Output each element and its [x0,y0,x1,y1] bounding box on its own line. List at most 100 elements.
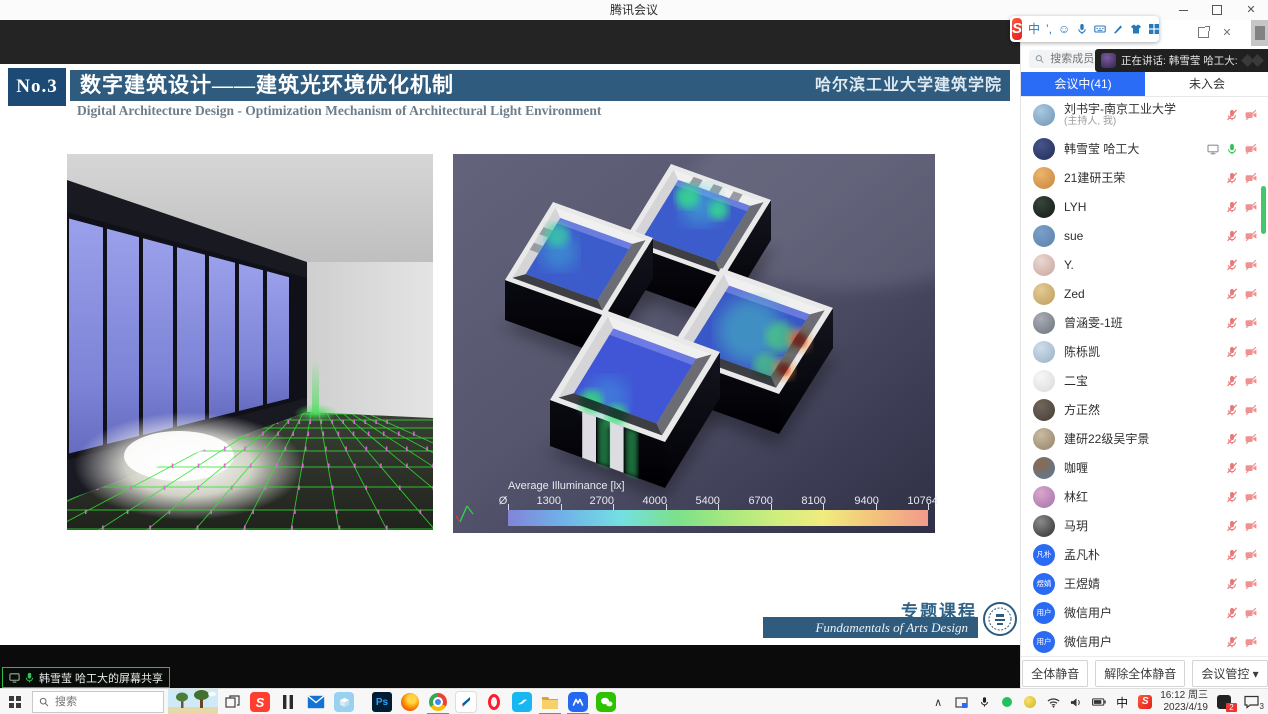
tray-battery-icon[interactable] [1091,694,1107,710]
unmute-all-button[interactable]: 解除全体静音 [1095,660,1185,687]
member-row[interactable]: 韩雪莹 哈工大 [1021,134,1268,163]
member-list[interactable]: 刘书宇-南京工业大学(主持人, 我)韩雪莹 哈工大21建研王荣LYHsueY.Z… [1021,96,1268,656]
start-button[interactable] [0,689,30,714]
tab-not-joined[interactable]: 未入会 [1145,72,1268,96]
camera-off-icon[interactable] [1245,520,1257,532]
camera-off-icon[interactable] [1245,172,1257,184]
member-row[interactable]: 曾涵雯-1班 [1021,308,1268,337]
action-center-icon[interactable]: 3 [1240,694,1262,710]
camera-off-icon[interactable] [1245,346,1257,358]
close-button[interactable]: ✕ [1234,0,1268,20]
mic-muted-icon[interactable] [1226,346,1238,358]
camera-off-icon[interactable] [1245,549,1257,561]
ime-emoji-icon[interactable]: ☺ [1058,16,1070,42]
minimize-button[interactable] [1166,0,1200,20]
app-pause-icon[interactable] [274,689,302,714]
mic-muted-icon[interactable] [1226,404,1238,416]
app-wechat[interactable] [592,689,620,714]
camera-off-icon[interactable] [1245,230,1257,242]
mic-muted-icon[interactable] [1226,259,1238,271]
news-weather-widget[interactable] [168,689,218,714]
ime-keyboard-icon[interactable] [1094,23,1106,35]
tray-wifi-icon[interactable] [1045,694,1061,710]
member-row[interactable]: Zed [1021,279,1268,308]
mic-muted-icon[interactable] [1226,375,1238,387]
ime-handwriting-icon[interactable] [1112,23,1124,35]
ime-mic-icon[interactable] [1076,23,1088,35]
tray-clock[interactable]: 16:12 周三 2023/4/19 [1160,690,1208,714]
screen-share-icon[interactable] [1207,143,1219,155]
member-row[interactable]: LYH [1021,192,1268,221]
tray-recording-icon[interactable]: 2 [1215,694,1233,710]
app-3d-viewer[interactable] [330,689,358,714]
mic-muted-icon[interactable] [1226,607,1238,619]
mic-muted-icon[interactable] [1226,201,1238,213]
member-row[interactable]: 21建研王荣 [1021,163,1268,192]
app-opera[interactable] [480,689,508,714]
camera-off-icon[interactable] [1245,143,1257,155]
screen-share-banner[interactable]: 韩雪莹 哈工大的屏幕共享 [2,667,170,688]
member-row[interactable]: 林红 [1021,482,1268,511]
member-row[interactable]: 用户微信用户 [1021,598,1268,627]
tray-ime-mode[interactable]: 中 [1114,694,1130,710]
mic-muted-icon[interactable] [1226,462,1238,474]
app-chrome[interactable] [424,689,452,714]
camera-off-icon[interactable] [1245,491,1257,503]
member-row[interactable]: 咖喱 [1021,453,1268,482]
tab-in-meeting[interactable]: 会议中(41) [1021,72,1145,96]
app-tim[interactable] [508,689,536,714]
tray-mic-icon[interactable] [976,694,992,710]
mic-muted-icon[interactable] [1226,230,1238,242]
camera-off-icon[interactable] [1245,109,1257,121]
ime-mode-icon[interactable]: 中 [1028,16,1040,42]
panel-collapse-handle[interactable] [1251,20,1268,46]
camera-off-icon[interactable] [1245,201,1257,213]
meeting-control-button[interactable]: 会议管控 ▾ [1192,660,1267,687]
ime-toolbox-icon[interactable] [1148,23,1160,35]
mic-muted-icon[interactable] [1226,636,1238,648]
tray-wechat-icon[interactable] [999,694,1015,710]
app-sketchup[interactable] [452,689,480,714]
mic-muted-icon[interactable] [1226,109,1238,121]
mic-on-icon[interactable] [1226,143,1238,155]
camera-off-icon[interactable] [1245,607,1257,619]
member-row[interactable]: 二宝 [1021,366,1268,395]
scrollbar-thumb[interactable] [1261,186,1266,234]
member-row[interactable]: sue [1021,221,1268,250]
member-row[interactable]: 凡朴孟凡朴 [1021,540,1268,569]
ime-punctuation-icon[interactable]: ’, [1046,16,1052,42]
camera-off-icon[interactable] [1245,404,1257,416]
member-row[interactable]: 马玥 [1021,511,1268,540]
camera-off-icon[interactable] [1245,259,1257,271]
ime-toolbar[interactable]: S 中 ’, ☺ [1010,16,1159,42]
member-row[interactable]: 刘书宇-南京工业大学(主持人, 我) [1021,96,1268,134]
mic-muted-icon[interactable] [1226,491,1238,503]
task-view-button[interactable] [218,689,246,714]
app-mail[interactable] [302,689,330,714]
popout-icon[interactable] [1197,27,1209,39]
taskbar-search-field[interactable] [32,691,164,713]
panel-close-icon[interactable]: ✕ [1221,27,1233,39]
member-row[interactable]: 煜婧王煜婧 [1021,569,1268,598]
app-firefox[interactable] [396,689,424,714]
member-row[interactable]: Y. [1021,250,1268,279]
tray-volume-icon[interactable] [1068,694,1084,710]
sogou-logo-icon[interactable]: S [1012,18,1022,40]
maximize-button[interactable] [1200,0,1234,20]
camera-off-icon[interactable] [1245,375,1257,387]
app-file-explorer[interactable] [536,689,564,714]
ime-skin-icon[interactable] [1130,23,1142,35]
member-row[interactable]: 建研22级吴宇景 [1021,424,1268,453]
member-row[interactable]: 方正然 [1021,395,1268,424]
camera-off-icon[interactable] [1245,317,1257,329]
taskbar-search-input[interactable] [53,695,137,709]
mic-muted-icon[interactable] [1226,433,1238,445]
app-sogou[interactable]: S [246,689,274,714]
camera-off-icon[interactable] [1245,636,1257,648]
mic-muted-icon[interactable] [1226,578,1238,590]
tray-battery-saver-icon[interactable] [1022,694,1038,710]
camera-off-icon[interactable] [1245,578,1257,590]
mic-muted-icon[interactable] [1226,288,1238,300]
camera-off-icon[interactable] [1245,288,1257,300]
camera-off-icon[interactable] [1245,433,1257,445]
